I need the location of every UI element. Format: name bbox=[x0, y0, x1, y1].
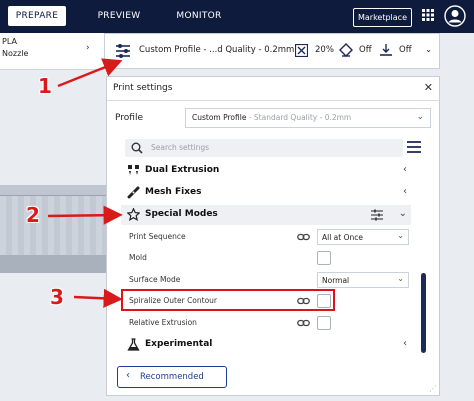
marketplace-button[interactable]: Marketplace bbox=[352, 8, 412, 27]
setting-mold: Mold bbox=[125, 250, 411, 268]
infill-icon bbox=[295, 44, 308, 57]
surface-mode-dropdown[interactable]: Normal ⌄ bbox=[317, 272, 409, 288]
dropdown-value: All at Once bbox=[322, 233, 363, 242]
chevron-down-icon: ⌄ bbox=[397, 231, 404, 240]
section-label: Mesh Fixes bbox=[145, 187, 202, 197]
chevron-down-icon: ⌄ bbox=[416, 112, 424, 122]
section-label: Experimental bbox=[145, 339, 213, 349]
sliders-icon bbox=[116, 44, 130, 58]
tab-prepare[interactable]: PREPARE bbox=[8, 6, 66, 26]
material-label: PLA bbox=[2, 37, 17, 46]
menu-icon[interactable] bbox=[407, 140, 421, 154]
tab-monitor[interactable]: MONITOR bbox=[168, 6, 230, 26]
setting-relative-extrusion: Relative Extrusion bbox=[125, 315, 411, 333]
section-special-modes[interactable]: Special Modes ⌄ bbox=[121, 205, 411, 225]
setting-print-sequence: Print Sequence All at Once ⌄ bbox=[125, 229, 411, 247]
profile-dropdown[interactable]: Custom Profile - Standard Quality - 0.2m… bbox=[185, 108, 431, 128]
link-icon[interactable] bbox=[297, 231, 310, 243]
chevron-left-icon: ‹ bbox=[403, 164, 407, 175]
mesh-fixes-icon bbox=[127, 186, 140, 199]
recommended-label: Recommended bbox=[140, 372, 204, 382]
resize-grip-icon[interactable]: ⋰ bbox=[429, 384, 437, 393]
divider bbox=[107, 100, 439, 101]
annotation-number: 2 bbox=[26, 203, 40, 227]
section-label: Special Modes bbox=[145, 209, 218, 219]
annotation-number: 1 bbox=[38, 74, 52, 98]
annotation-number: 3 bbox=[50, 285, 64, 309]
scrollbar[interactable] bbox=[421, 273, 426, 353]
print-settings-header[interactable]: Custom Profile - ...d Quality - 0.2mm 20… bbox=[104, 33, 440, 69]
section-mesh-fixes[interactable]: Mesh Fixes ‹ bbox=[121, 183, 411, 203]
material-panel[interactable]: PLA Nozzle › bbox=[0, 33, 104, 70]
search-icon bbox=[131, 142, 143, 154]
mold-checkbox[interactable] bbox=[317, 251, 331, 265]
user-account-icon[interactable] bbox=[444, 5, 466, 27]
setting-label: Surface Mode bbox=[129, 275, 181, 284]
dropdown-value: Normal bbox=[322, 276, 350, 285]
relative-extrusion-checkbox[interactable] bbox=[317, 316, 331, 330]
recommended-button[interactable]: ‹ Recommended bbox=[117, 366, 227, 388]
chevron-left-icon: ‹ bbox=[126, 370, 130, 381]
flask-icon bbox=[127, 338, 140, 351]
apps-grid-icon[interactable] bbox=[422, 9, 434, 21]
search-input[interactable]: Search settings bbox=[125, 139, 403, 157]
link-icon[interactable] bbox=[297, 317, 310, 329]
infill-value: 20% bbox=[315, 45, 334, 55]
top-bar: PREPARE PREVIEW MONITOR Marketplace bbox=[0, 0, 474, 33]
profile-subtitle: - Standard Quality - 0.2mm bbox=[246, 113, 352, 122]
close-icon[interactable]: ✕ bbox=[424, 81, 433, 94]
tab-preview[interactable]: PREVIEW bbox=[88, 6, 150, 26]
setting-label: Relative Extrusion bbox=[129, 318, 197, 327]
nozzle-label: Nozzle bbox=[2, 49, 29, 58]
chevron-down-icon: ⌄ bbox=[398, 208, 407, 219]
chevron-left-icon: ‹ bbox=[403, 338, 407, 349]
print-settings-panel: Print settings ✕ Profile Custom Profile … bbox=[106, 76, 440, 396]
print-sequence-dropdown[interactable]: All at Once ⌄ bbox=[317, 229, 409, 245]
chevron-left-icon: ‹ bbox=[403, 186, 407, 197]
support-icon bbox=[339, 43, 353, 57]
section-label: Dual Extrusion bbox=[145, 165, 220, 175]
chevron-down-icon: ⌄ bbox=[425, 45, 433, 55]
support-value: Off bbox=[359, 45, 372, 55]
adhesion-icon bbox=[380, 44, 392, 56]
profile-name: Custom Profile bbox=[192, 113, 247, 122]
setting-label: Print Sequence bbox=[129, 232, 186, 241]
adhesion-value: Off bbox=[399, 45, 412, 55]
dual-extrusion-icon bbox=[128, 165, 139, 175]
panel-title: Print settings bbox=[113, 83, 173, 93]
settings-visibility-icon[interactable] bbox=[371, 209, 383, 221]
annotation-highlight-box bbox=[121, 289, 335, 311]
profile-label: Profile bbox=[115, 113, 143, 123]
setting-surface-mode: Surface Mode Normal ⌄ bbox=[125, 272, 411, 290]
setting-label: Mold bbox=[129, 253, 147, 262]
chevron-right-icon: › bbox=[86, 43, 90, 53]
section-experimental[interactable]: Experimental ‹ bbox=[121, 335, 411, 355]
chevron-down-icon: ⌄ bbox=[397, 274, 404, 283]
section-dual-extrusion[interactable]: Dual Extrusion ‹ bbox=[121, 161, 411, 181]
profile-summary: Custom Profile - ...d Quality - 0.2mm bbox=[139, 45, 295, 55]
build-plate bbox=[0, 195, 118, 256]
build-plate-base bbox=[0, 255, 118, 273]
star-icon bbox=[127, 208, 140, 221]
search-placeholder: Search settings bbox=[151, 143, 210, 152]
